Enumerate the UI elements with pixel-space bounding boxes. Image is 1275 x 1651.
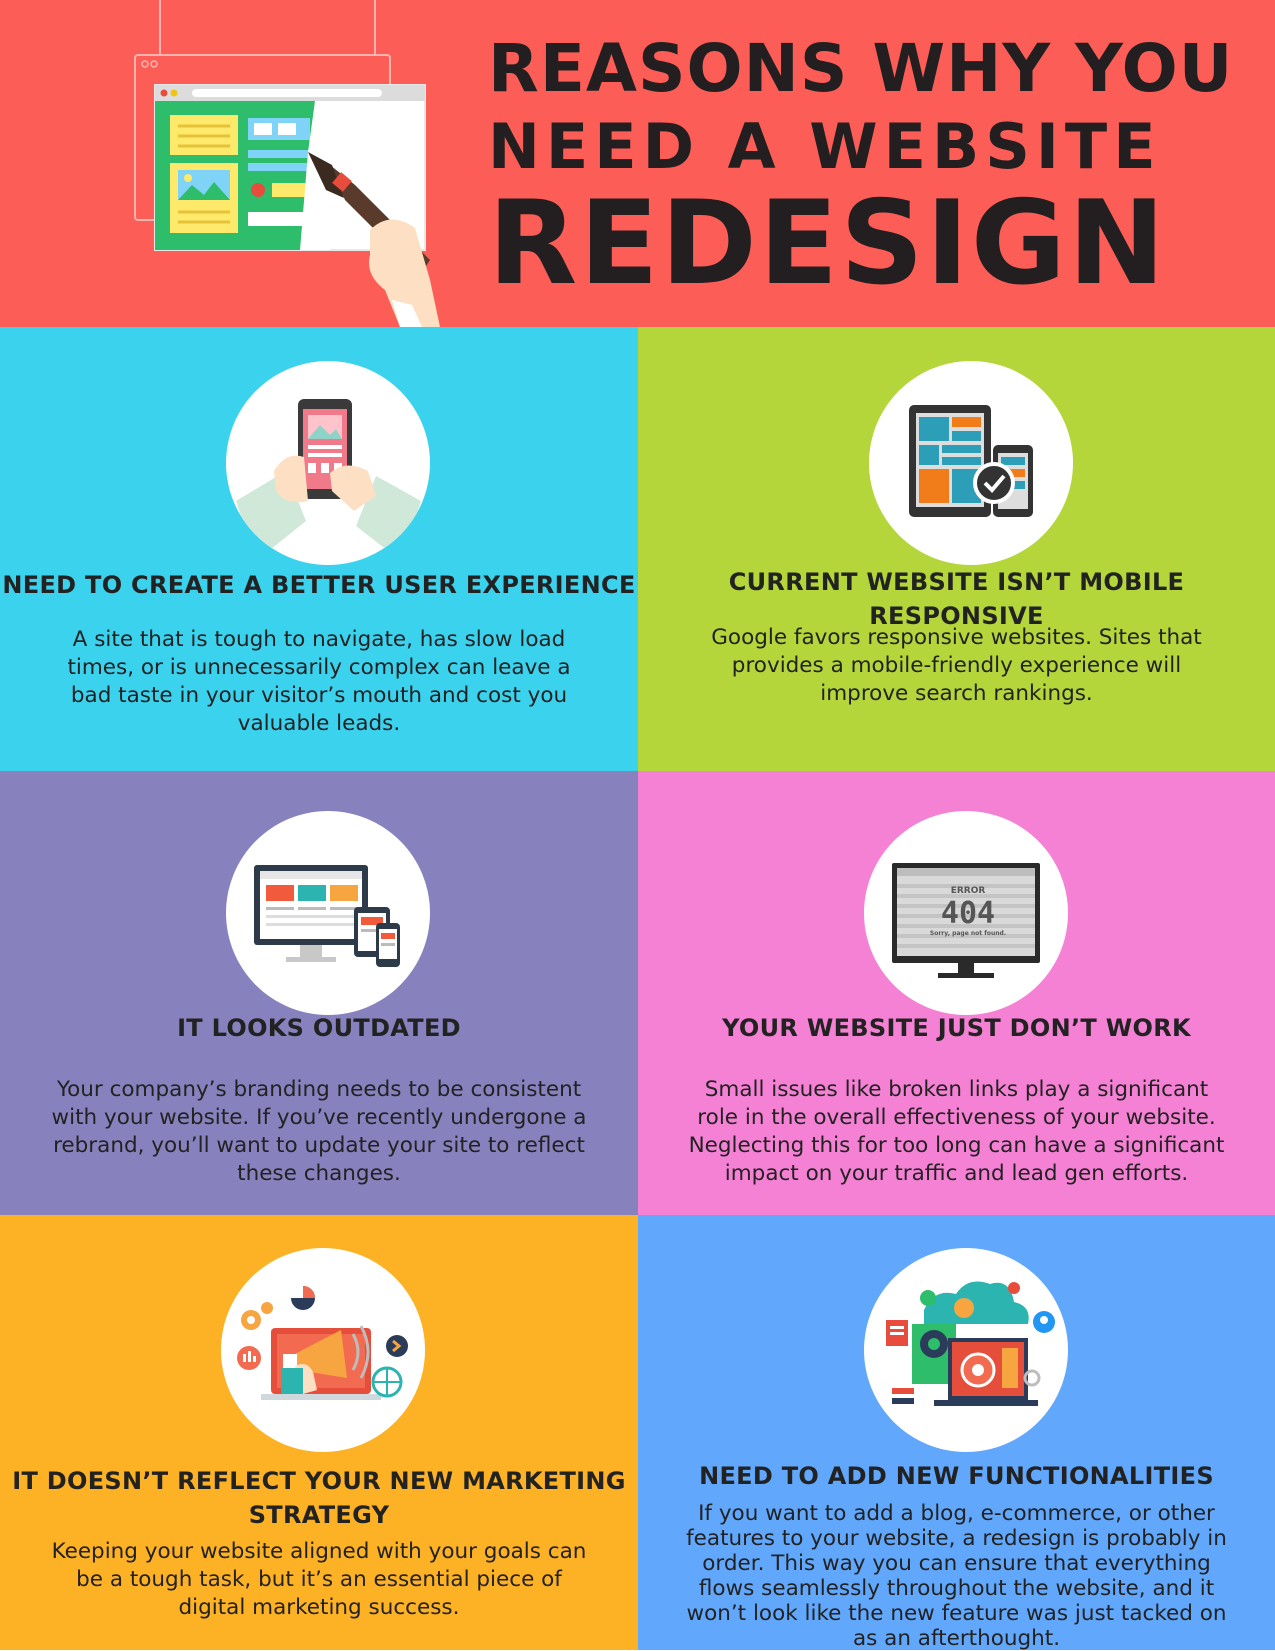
panel-body: Small issues like broken links play a si… — [688, 1077, 1225, 1186]
panel-heading: CURRENT WEBSITE ISN’T MOBILE RESPONSIVE — [728, 568, 1185, 630]
responsive-devices-check-icon — [869, 361, 1073, 565]
panel-body: Keeping your website aligned with your g… — [51, 1539, 587, 1620]
title-line-2: NEED A WEBSITE — [488, 110, 1162, 183]
panel-heading: IT DOESN’T REFLECT YOUR NEW MARKETING ST… — [12, 1467, 626, 1529]
megaphone-marketing-icon — [221, 1248, 425, 1452]
multi-device-website-icon — [226, 811, 430, 1015]
panel-body: If you want to add a blog, e-commerce, o… — [686, 1501, 1227, 1651]
title-line-3: REDESIGN — [488, 176, 1168, 311]
smartphone-touch-icon — [226, 361, 430, 565]
panel-heading: NEED TO CREATE A BETTER USER EXPERIENCE — [2, 571, 636, 599]
panel-heading: NEED TO ADD NEW FUNCTIONALITIES — [699, 1462, 1214, 1490]
panel-new-functionalities: NEED TO ADD NEW FUNCTIONALITIES If you w… — [638, 1215, 1275, 1651]
panel-body: A site that is tough to navigate, has sl… — [67, 627, 571, 736]
panel-heading: YOUR WEBSITE JUST DON’T WORK — [722, 1014, 1191, 1042]
panel-user-experience: NEED TO CREATE A BETTER USER EXPERIENCE … — [0, 327, 638, 771]
panel-looks-outdated: IT LOOKS OUTDATED Your company’s brandin… — [0, 771, 638, 1215]
panel-marketing-strategy: IT DOESN’T REFLECT YOUR NEW MARKETING ST… — [0, 1215, 638, 1650]
panel-body: Your company’s branding needs to be cons… — [51, 1077, 587, 1186]
panel-mobile-responsive: CURRENT WEBSITE ISN’T MOBILE RESPONSIVE … — [638, 327, 1275, 771]
infographic-page: REASONS WHY YOU NEED A WEBSITE REDESIGN — [0, 0, 1275, 1651]
functionality-gears-icon — [864, 1248, 1068, 1452]
error-message: Sorry, page not found. — [930, 930, 1006, 937]
browser-paintbrush-icon — [134, 0, 440, 327]
panel-heading: IT LOOKS OUTDATED — [177, 1014, 461, 1042]
panel-website-dont-work: ERROR 404 Sorry, page not found. YOUR WE… — [638, 771, 1275, 1215]
title-line-1: REASONS WHY YOU — [488, 30, 1234, 107]
header-banner: REASONS WHY YOU NEED A WEBSITE REDESIGN — [0, 0, 1275, 327]
panel-body: Google favors responsive websites. Sites… — [711, 625, 1202, 706]
error-404-monitor-icon: ERROR 404 Sorry, page not found. — [864, 811, 1068, 1015]
error-code: 404 — [941, 896, 995, 931]
error-label: ERROR — [951, 886, 986, 896]
